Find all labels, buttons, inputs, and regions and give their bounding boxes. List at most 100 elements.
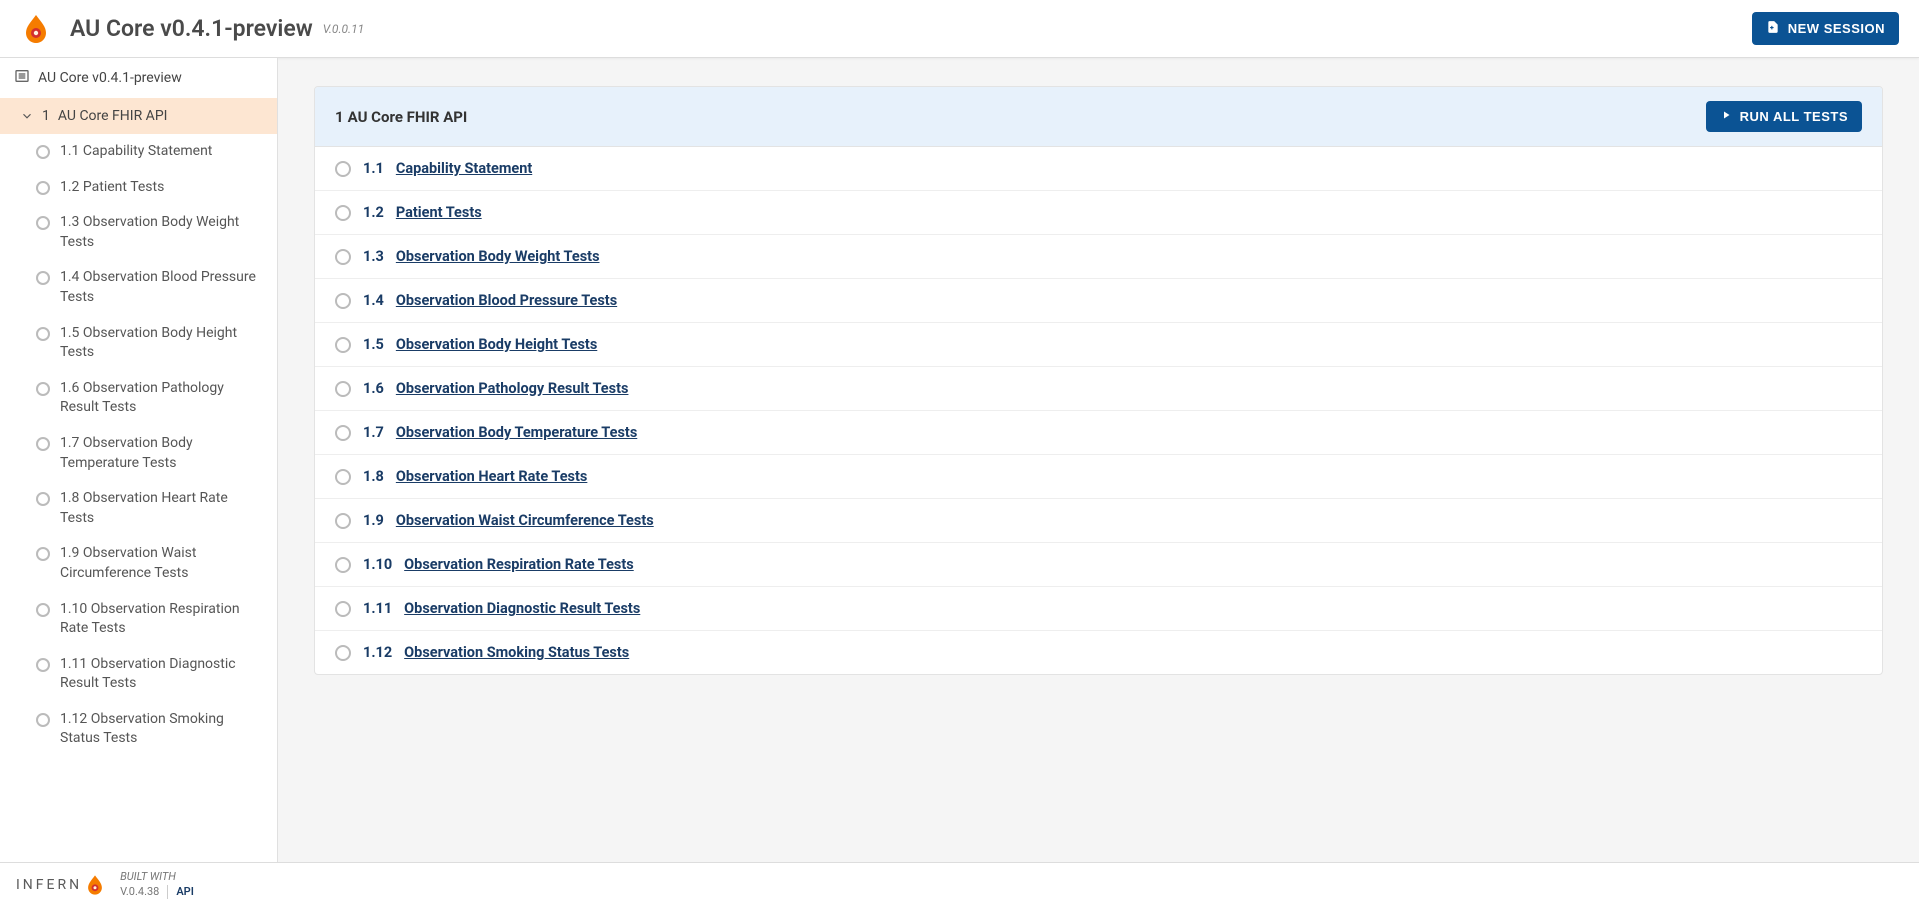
- app-footer: INFERN BUILT WITH V.0.4.38 API: [0, 862, 1919, 906]
- status-circle-icon: [36, 713, 50, 727]
- main-content[interactable]: 1 AU Core FHIR API RUN ALL TESTS 1.1Capa…: [278, 58, 1919, 862]
- test-row-num: 1.10: [363, 556, 392, 573]
- list-icon: [14, 68, 30, 88]
- status-circle-icon: [36, 492, 50, 506]
- sidebar-item[interactable]: 1.6 Observation Pathology Result Tests: [0, 371, 277, 426]
- sidebar-group-num: 1: [42, 108, 50, 124]
- sidebar-item-label: 1.10 Observation Respiration Rate Tests: [60, 600, 263, 639]
- footer-version: V.0.4.38: [120, 885, 159, 899]
- test-row[interactable]: 1.4 Observation Blood Pressure Tests: [315, 279, 1882, 323]
- status-circle-icon: [335, 249, 351, 265]
- footer-brand[interactable]: INFERN: [16, 874, 106, 896]
- test-row-link[interactable]: Observation Respiration Rate Tests: [404, 556, 634, 573]
- test-row[interactable]: 1.7 Observation Body Temperature Tests: [315, 411, 1882, 455]
- status-circle-icon: [36, 145, 50, 159]
- test-row[interactable]: 1.1 Capability Statement: [315, 147, 1882, 191]
- sidebar-item-label: 1.5 Observation Body Height Tests: [60, 324, 263, 363]
- page-version: V.0.0.11: [323, 22, 364, 36]
- new-session-button[interactable]: NEW SESSION: [1752, 12, 1899, 45]
- status-circle-icon: [36, 382, 50, 396]
- sidebar-item-label: 1.1 Capability Statement: [60, 142, 212, 162]
- test-row[interactable]: 1.12 Observation Smoking Status Tests: [315, 631, 1882, 674]
- status-circle-icon: [335, 645, 351, 661]
- status-circle-icon: [335, 205, 351, 221]
- sidebar-item[interactable]: 1.2 Patient Tests: [0, 170, 277, 206]
- footer-api-link[interactable]: API: [167, 885, 194, 899]
- sidebar-group-active[interactable]: 1 AU Core FHIR API: [0, 98, 277, 134]
- sidebar-item[interactable]: 1.5 Observation Body Height Tests: [0, 316, 277, 371]
- sidebar-item[interactable]: 1.11 Observation Diagnostic Result Tests: [0, 647, 277, 702]
- test-row-link[interactable]: Observation Body Temperature Tests: [396, 424, 637, 441]
- test-row-num: 1.5: [363, 336, 384, 353]
- test-row[interactable]: 1.10 Observation Respiration Rate Tests: [315, 543, 1882, 587]
- sidebar-item[interactable]: 1.7 Observation Body Temperature Tests: [0, 426, 277, 481]
- sidebar-item-label: 1.11 Observation Diagnostic Result Tests: [60, 655, 263, 694]
- test-row-link[interactable]: Observation Heart Rate Tests: [396, 468, 588, 485]
- test-row-link[interactable]: Observation Body Height Tests: [396, 336, 597, 353]
- sidebar-item-label: 1.2 Patient Tests: [60, 178, 164, 198]
- sidebar-item-label: 1.12 Observation Smoking Status Tests: [60, 710, 263, 749]
- test-row-link[interactable]: Capability Statement: [396, 160, 532, 177]
- test-row-num: 1.1: [363, 160, 384, 177]
- sidebar-root-label: AU Core v0.4.1-preview: [38, 70, 182, 86]
- test-row[interactable]: 1.9 Observation Waist Circumference Tests: [315, 499, 1882, 543]
- footer-brand-text: INFERN: [16, 877, 82, 893]
- test-row-num: 1.9: [363, 512, 384, 529]
- test-row[interactable]: 1.6 Observation Pathology Result Tests: [315, 367, 1882, 411]
- test-row-num: 1.7: [363, 424, 384, 441]
- test-row-link[interactable]: Observation Blood Pressure Tests: [396, 292, 617, 309]
- test-row-link[interactable]: Observation Pathology Result Tests: [396, 380, 629, 397]
- status-circle-icon: [335, 381, 351, 397]
- sidebar-item-label: 1.3 Observation Body Weight Tests: [60, 213, 263, 252]
- test-row-link[interactable]: Observation Diagnostic Result Tests: [404, 600, 640, 617]
- sidebar-item[interactable]: 1.10 Observation Respiration Rate Tests: [0, 592, 277, 647]
- status-circle-icon: [335, 469, 351, 485]
- sidebar-item[interactable]: 1.12 Observation Smoking Status Tests: [0, 702, 277, 757]
- status-circle-icon: [36, 181, 50, 195]
- footer-built-with: BUILT WITH: [120, 870, 194, 884]
- test-row-link[interactable]: Observation Body Weight Tests: [396, 248, 600, 265]
- test-row[interactable]: 1.11Observation Diagnostic Result Tests: [315, 587, 1882, 631]
- app-header: AU Core v0.4.1-preview V.0.0.11 NEW SESS…: [0, 0, 1919, 58]
- test-row-num: 1.6: [363, 380, 384, 397]
- status-circle-icon: [335, 557, 351, 573]
- test-row-link[interactable]: Patient Tests: [396, 204, 482, 221]
- test-row-num: 1.12: [363, 644, 392, 661]
- footer-meta: BUILT WITH V.0.4.38 API: [120, 870, 194, 899]
- status-circle-icon: [335, 425, 351, 441]
- status-circle-icon: [36, 547, 50, 561]
- sidebar-item[interactable]: 1.8 Observation Heart Rate Tests: [0, 481, 277, 536]
- status-circle-icon: [36, 603, 50, 617]
- file-plus-icon: [1766, 20, 1780, 37]
- test-row-num: 1.8: [363, 468, 384, 485]
- chevron-down-icon: [20, 109, 34, 123]
- sidebar-item-label: 1.4 Observation Blood Pressure Tests: [60, 268, 263, 307]
- test-row-num: 1.4: [363, 292, 384, 309]
- test-row-link[interactable]: Observation Smoking Status Tests: [404, 644, 629, 661]
- status-circle-icon: [335, 601, 351, 617]
- panel-group-num: 1: [335, 108, 344, 126]
- sidebar-group-label: AU Core FHIR API: [58, 108, 168, 124]
- page-title: AU Core v0.4.1-preview: [70, 15, 313, 42]
- status-circle-icon: [335, 293, 351, 309]
- status-circle-icon: [36, 271, 50, 285]
- test-row[interactable]: 1.5 Observation Body Height Tests: [315, 323, 1882, 367]
- sidebar[interactable]: AU Core v0.4.1-preview 1 AU Core FHIR AP…: [0, 58, 278, 862]
- test-row-link[interactable]: Observation Waist Circumference Tests: [396, 512, 654, 529]
- test-row-num: 1.3: [363, 248, 384, 265]
- play-icon: [1720, 109, 1732, 124]
- test-group-panel: 1 AU Core FHIR API RUN ALL TESTS 1.1Capa…: [314, 86, 1883, 675]
- sidebar-item[interactable]: 1.4 Observation Blood Pressure Tests: [0, 260, 277, 315]
- sidebar-item[interactable]: 1.9 Observation Waist Circumference Test…: [0, 536, 277, 591]
- status-circle-icon: [335, 337, 351, 353]
- sidebar-item[interactable]: 1.3 Observation Body Weight Tests: [0, 205, 277, 260]
- status-circle-icon: [36, 658, 50, 672]
- run-all-tests-button[interactable]: RUN ALL TESTS: [1706, 101, 1862, 132]
- status-circle-icon: [36, 437, 50, 451]
- test-row[interactable]: 1.3 Observation Body Weight Tests: [315, 235, 1882, 279]
- sidebar-item[interactable]: 1.1 Capability Statement: [0, 134, 277, 170]
- sidebar-item-label: 1.9 Observation Waist Circumference Test…: [60, 544, 263, 583]
- test-row[interactable]: 1.8 Observation Heart Rate Tests: [315, 455, 1882, 499]
- test-row[interactable]: 1.2Patient Tests: [315, 191, 1882, 235]
- sidebar-root[interactable]: AU Core v0.4.1-preview: [0, 58, 277, 98]
